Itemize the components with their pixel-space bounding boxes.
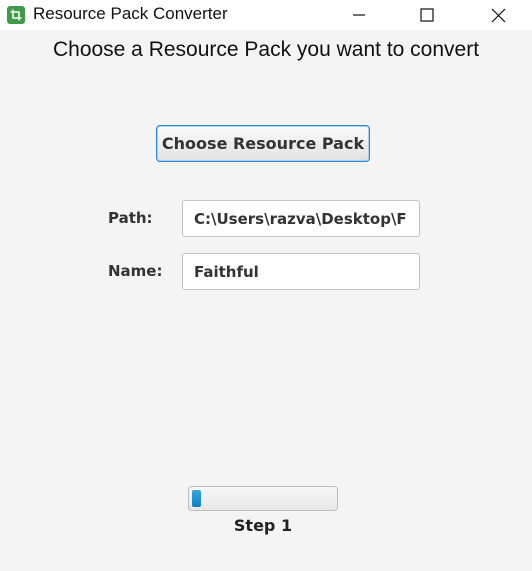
maximize-button[interactable] (404, 0, 450, 30)
close-button[interactable] (475, 0, 521, 30)
choose-resource-pack-button[interactable]: Choose Resource Pack (156, 125, 370, 162)
page-heading: Choose a Resource Pack you want to conve… (52, 38, 480, 61)
minimize-icon (353, 14, 365, 16)
step-label: Step 1 (233, 516, 293, 535)
window-title: Resource Pack Converter (33, 4, 228, 23)
close-icon (491, 8, 505, 22)
minimize-button[interactable] (336, 0, 382, 30)
progress-fill (192, 490, 201, 507)
path-field[interactable] (182, 200, 420, 237)
progress-bar (188, 486, 338, 511)
maximize-icon (420, 8, 434, 22)
crop-icon (7, 6, 25, 24)
name-field[interactable] (182, 253, 420, 290)
path-label: Path: (108, 209, 153, 227)
name-label: Name: (108, 262, 163, 280)
title-bar: Resource Pack Converter (0, 0, 532, 30)
